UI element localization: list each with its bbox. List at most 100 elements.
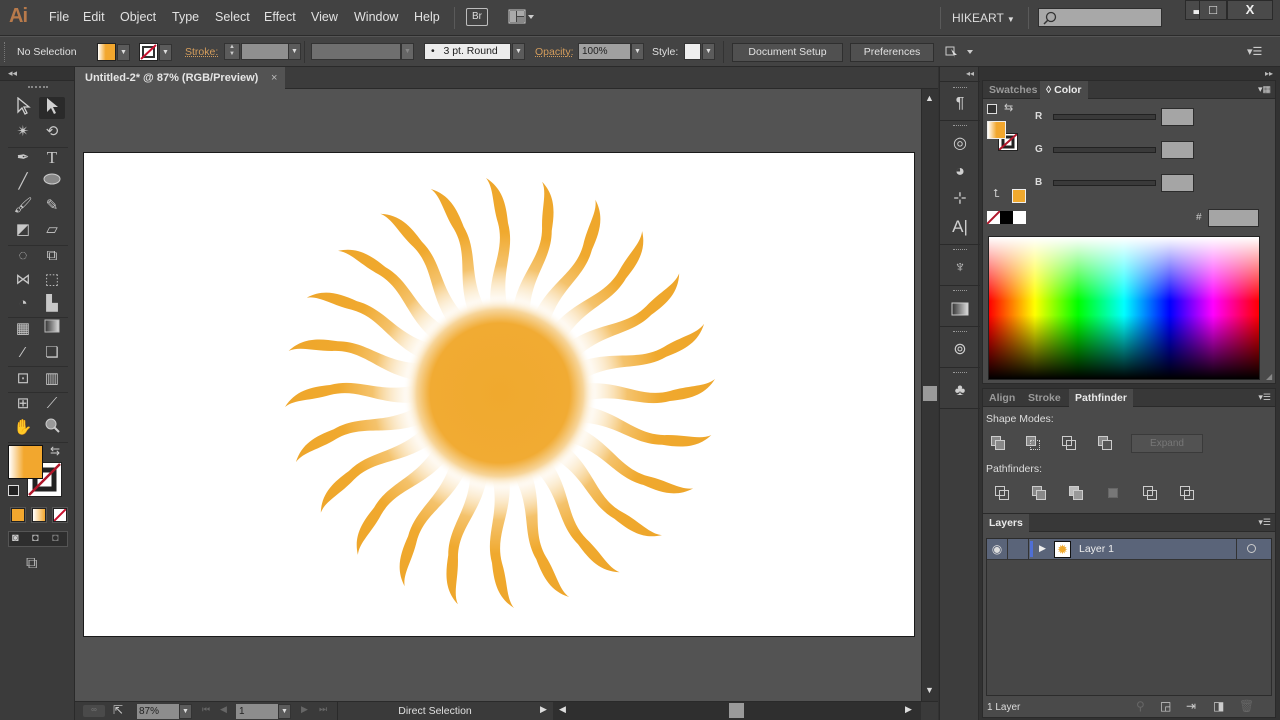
share-icon[interactable]: ⇱ bbox=[113, 703, 123, 717]
mesh-tool[interactable]: ▦ bbox=[10, 318, 36, 340]
document-tab[interactable]: Untitled-2* @ 87% (RGB/Preview) × bbox=[75, 67, 285, 89]
panels-expand-button[interactable]: ▸▸ bbox=[1265, 69, 1273, 78]
symbols-panel-icon[interactable]: ♣ bbox=[948, 380, 972, 402]
transparency-panel-icon[interactable]: ◕ bbox=[948, 161, 972, 183]
previous-artboard-button[interactable]: ◀ bbox=[220, 704, 227, 715]
line-segment-tool[interactable]: ╱ bbox=[10, 171, 36, 193]
appearance-panel-icon[interactable]: ◎ bbox=[948, 133, 972, 155]
minus-back-button[interactable] bbox=[1180, 486, 1196, 502]
create-sublayer-icon[interactable]: ⇥ bbox=[1186, 699, 1196, 713]
pencil-tool[interactable]: ✎ bbox=[39, 195, 65, 217]
pathfinder-panel-menu[interactable]: ▾☰ bbox=[1258, 392, 1271, 403]
merge-button[interactable] bbox=[1069, 486, 1085, 502]
transform-panel-icon[interactable]: ⊹ bbox=[948, 188, 972, 210]
artboard[interactable] bbox=[83, 152, 915, 637]
blend-tool[interactable]: ❏ bbox=[39, 342, 65, 364]
stroke-weight-input[interactable] bbox=[241, 43, 289, 60]
stroke-weight-dropdown[interactable]: ▼ bbox=[288, 43, 301, 60]
variable-width-profile[interactable] bbox=[311, 43, 401, 60]
swap-colors-icon[interactable]: ⇆ bbox=[1004, 101, 1013, 114]
stroke-weight-stepper[interactable]: ▲ ▼ bbox=[224, 43, 240, 60]
dock-grip[interactable] bbox=[953, 372, 967, 374]
slice-tool[interactable]: ⟋ bbox=[39, 393, 65, 415]
blue-value-input[interactable] bbox=[1161, 174, 1194, 192]
swap-fill-stroke-icon[interactable]: ⇆ bbox=[50, 444, 60, 458]
dock-grip[interactable] bbox=[953, 331, 967, 333]
control-bar-grip[interactable] bbox=[4, 42, 7, 62]
vertical-scrollbar[interactable]: ▲ ▼ bbox=[921, 89, 938, 701]
opacity-input[interactable]: 100% bbox=[578, 43, 631, 60]
bridge-button[interactable]: Br bbox=[466, 8, 488, 26]
shape-builder-tool[interactable]: ◔ bbox=[10, 293, 36, 315]
first-artboard-button[interactable]: ⏮ bbox=[202, 704, 210, 715]
dock-grip[interactable] bbox=[953, 249, 967, 251]
dock-grip[interactable] bbox=[953, 125, 967, 127]
divide-button[interactable] bbox=[995, 486, 1011, 502]
menu-select[interactable]: Select bbox=[215, 10, 250, 24]
zoom-level-input[interactable]: 87% bbox=[137, 704, 179, 719]
arrange-documents-button[interactable] bbox=[508, 9, 536, 25]
horizontal-scroll-thumb[interactable] bbox=[729, 703, 744, 718]
hex-input[interactable] bbox=[1208, 209, 1259, 227]
rotate-tool[interactable]: ◌ bbox=[10, 245, 36, 267]
horizontal-scrollbar[interactable]: ◀ ▶ bbox=[553, 702, 921, 720]
blue-slider[interactable] bbox=[1053, 180, 1156, 186]
tools-collapse-button[interactable]: ◂◂ bbox=[0, 67, 74, 81]
draw-inside-button[interactable]: ◘ bbox=[52, 532, 59, 544]
symbol-sprayer-tool[interactable]: ⊡ bbox=[10, 368, 36, 390]
perspective-grid-tool[interactable]: ▙ bbox=[39, 293, 65, 315]
scroll-down-arrow[interactable]: ▼ bbox=[925, 685, 934, 695]
paragraph-panel-icon[interactable]: ¶ bbox=[948, 93, 972, 115]
character-panel-icon[interactable]: A| bbox=[948, 216, 972, 238]
column-graph-tool[interactable]: ▥ bbox=[39, 368, 65, 390]
isolate-selected-button[interactable] bbox=[945, 45, 975, 62]
document-setup-button[interactable]: Document Setup bbox=[732, 43, 843, 62]
tab-color[interactable]: ◊ Color bbox=[1040, 81, 1088, 99]
brush-dropdown[interactable]: ▼ bbox=[512, 43, 525, 60]
green-slider[interactable] bbox=[1053, 147, 1156, 153]
eyedropper-tool[interactable]: ⁄ bbox=[10, 342, 36, 364]
scroll-right-arrow[interactable]: ▶ bbox=[905, 704, 912, 715]
scroll-up-arrow[interactable]: ▲ bbox=[925, 93, 934, 103]
exclude-button[interactable] bbox=[1098, 436, 1114, 452]
fill-swatch[interactable] bbox=[97, 43, 116, 61]
menu-help[interactable]: Help bbox=[414, 10, 440, 24]
opacity-dropdown[interactable]: ▼ bbox=[631, 43, 644, 60]
screen-mode-button[interactable]: ⧉ bbox=[26, 555, 37, 573]
last-artboard-button[interactable]: ⏭ bbox=[319, 704, 327, 715]
preferences-button[interactable]: Preferences bbox=[850, 43, 934, 62]
graphic-styles-panel-icon[interactable]: ⊚ bbox=[948, 339, 972, 361]
status-menu-arrow[interactable]: ▶ bbox=[540, 704, 547, 715]
menu-view[interactable]: View bbox=[311, 10, 338, 24]
brush-definition[interactable]: • 3 pt. Round bbox=[424, 43, 511, 60]
none-swatch[interactable] bbox=[986, 210, 1001, 225]
next-artboard-button[interactable]: ▶ bbox=[301, 704, 308, 715]
direct-selection-tool[interactable] bbox=[39, 97, 65, 119]
menu-edit[interactable]: Edit bbox=[83, 10, 105, 24]
stroke-dropdown[interactable]: ▼ bbox=[159, 44, 172, 61]
scroll-left-arrow[interactable]: ◀ bbox=[559, 704, 566, 715]
tab-align[interactable]: Align bbox=[983, 389, 1021, 407]
intersect-button[interactable] bbox=[1062, 436, 1078, 452]
minus-front-button[interactable] bbox=[1026, 436, 1042, 452]
opacity-label[interactable]: Opacity: bbox=[535, 46, 574, 58]
black-swatch[interactable] bbox=[1000, 211, 1013, 224]
gradient-tool[interactable] bbox=[39, 318, 65, 340]
type-tool[interactable]: T bbox=[39, 147, 65, 169]
maximize-button[interactable]: □ bbox=[1199, 0, 1227, 20]
zoom-dropdown[interactable]: ▼ bbox=[179, 704, 192, 719]
layers-panel-menu[interactable]: ▾☰ bbox=[1258, 517, 1271, 528]
artboard-number-input[interactable]: 1 bbox=[236, 704, 278, 719]
sun-artwork[interactable] bbox=[84, 153, 916, 638]
stroke-label[interactable]: Stroke: bbox=[185, 46, 218, 58]
out-of-gamut-warning-icon[interactable]: ⮤ bbox=[993, 188, 1000, 201]
zoom-tool[interactable] bbox=[39, 417, 65, 439]
scale-tool[interactable]: ⧉ bbox=[39, 245, 65, 267]
layer-target[interactable] bbox=[1236, 539, 1271, 559]
dock-grip[interactable] bbox=[953, 290, 967, 292]
tab-layers[interactable]: Layers bbox=[983, 514, 1029, 532]
color-spectrum-picker[interactable] bbox=[988, 236, 1260, 380]
close-document-button[interactable]: × bbox=[271, 67, 277, 89]
menu-file[interactable]: File bbox=[49, 10, 69, 24]
cc-sync-icon[interactable]: ∞ bbox=[83, 705, 105, 717]
